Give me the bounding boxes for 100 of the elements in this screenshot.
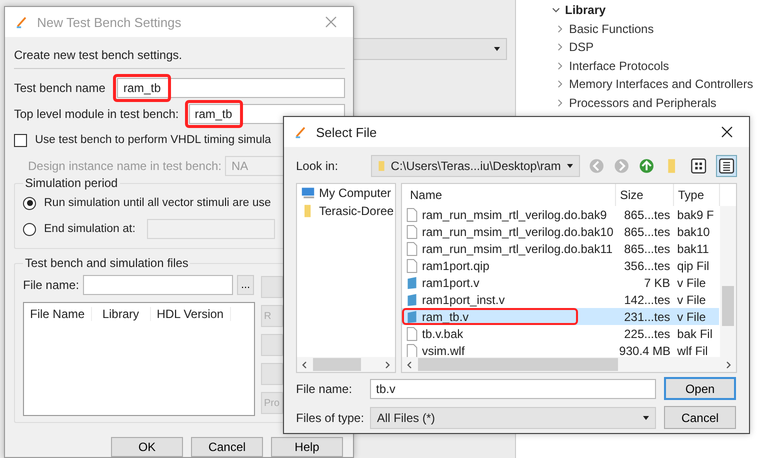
file-size: 865...tes	[623, 242, 672, 256]
checkbox[interactable]	[14, 134, 27, 146]
file-row[interactable]: vsim.wlf 930.4 MB wlf Fil	[402, 342, 719, 359]
dialog-button[interactable]: Cancel	[191, 437, 263, 457]
input-field[interactable]: ram_tb	[117, 78, 345, 98]
document-icon	[406, 208, 418, 222]
field-label: Design instance name in test bench:	[28, 159, 222, 173]
close-icon[interactable]	[721, 126, 733, 138]
column-header[interactable]: Type	[674, 184, 720, 206]
chevron-icon[interactable]	[556, 43, 564, 52]
column-header[interactable]: Size	[616, 184, 674, 206]
group-title: Simulation period	[23, 176, 120, 190]
document-icon	[406, 224, 418, 238]
document-icon	[406, 242, 418, 256]
file-type: qip Fil	[676, 258, 710, 272]
file-name: ram_run_msim_rtl_verilog.do.bak9	[422, 208, 607, 222]
pencil-icon	[294, 125, 308, 139]
file-icon	[406, 276, 418, 290]
intro-text: Create new test bench settings.	[14, 48, 184, 62]
column-header[interactable]: Library	[92, 307, 151, 321]
file-row[interactable]: ram1port.qip 356...tes qip Fil	[402, 257, 719, 274]
field-label: File name:	[296, 382, 354, 396]
file-name: ram_run_msim_rtl_verilog.do.bak10	[422, 224, 614, 238]
file-type: bak11	[676, 242, 710, 256]
place-item[interactable]: Terasic-Doree	[319, 204, 394, 218]
file-row[interactable]: ram1port.v 7 KB v File	[402, 274, 719, 291]
file-type: wlf Fil	[676, 344, 709, 358]
file-size: 231...tes	[623, 310, 672, 324]
file-type: bak10	[676, 224, 711, 238]
dialog-button[interactable]: Help	[271, 437, 343, 457]
file-row[interactable]: ram_run_msim_rtl_verilog.do.bak10 865...tes bak10	[402, 223, 719, 240]
up-icon[interactable]	[638, 157, 656, 175]
document-icon	[406, 258, 418, 272]
radio-button[interactable]	[23, 196, 36, 210]
chevron-icon[interactable]	[556, 98, 564, 107]
scrollbar[interactable]	[720, 206, 736, 359]
file-size: 865...tes	[623, 224, 672, 238]
file-type: bak9 F	[676, 208, 715, 222]
chevron-icon[interactable]	[552, 6, 560, 14]
input-field[interactable]: tb.v	[370, 378, 656, 398]
file-name: ram1port_inst.v	[422, 292, 505, 306]
file-icon	[406, 310, 418, 324]
browse-button[interactable]: ...	[237, 275, 254, 295]
folder-icon	[378, 159, 385, 173]
scrollbar[interactable]	[297, 357, 395, 372]
tree-item[interactable]: Processors and Peripherals	[569, 96, 716, 110]
tree-item[interactable]: Library	[565, 3, 606, 18]
forward-icon[interactable]	[613, 157, 630, 175]
tree-item[interactable]: DSP	[569, 40, 594, 54]
radio-label: Run simulation until all vector stimuli are use	[44, 197, 271, 209]
radio-button[interactable]	[23, 222, 36, 236]
file-size: 356...tes	[623, 258, 672, 272]
radio-label: End simulation at:	[44, 223, 136, 235]
field-label: Test bench name	[14, 81, 106, 95]
file-name: tb.v.bak	[422, 326, 464, 340]
chevron-icon[interactable]	[556, 24, 564, 33]
pencil-icon	[15, 15, 29, 29]
file-name: vsim.wlf	[422, 344, 465, 358]
field-label: Top level module in test bench:	[14, 107, 179, 121]
input-field[interactable]	[147, 219, 276, 239]
dialog-button[interactable]: OK	[111, 437, 183, 457]
file-name: ram_tb.v	[422, 310, 469, 324]
file-row[interactable]: tb.v.bak 225...tes bak Fil	[402, 325, 719, 342]
chevron-icon[interactable]	[556, 62, 564, 70]
place-item[interactable]: My Computer	[319, 186, 392, 200]
tree-item[interactable]: Basic Functions	[569, 22, 654, 36]
scrollbar[interactable]	[402, 357, 736, 372]
back-icon[interactable]	[588, 157, 606, 175]
list-view-icon[interactable]	[716, 155, 737, 177]
caret-icon	[494, 47, 500, 51]
chevron-icon[interactable]	[556, 80, 564, 88]
file-name: ram1port.qip	[422, 258, 490, 272]
document-icon	[406, 344, 418, 358]
open-button[interactable]: Open	[664, 377, 736, 400]
path-dropdown[interactable]: C:\Users\Teras...iu\Desktop\ram	[370, 155, 580, 177]
grid-view-icon[interactable]	[688, 156, 708, 176]
file-size: 865...tes	[623, 208, 672, 222]
file-name: ram_run_msim_rtl_verilog.do.bak11	[422, 242, 613, 256]
cancel-button[interactable]: Cancel	[664, 406, 736, 429]
input-field[interactable]	[83, 275, 234, 295]
document-icon	[406, 326, 418, 340]
file-row[interactable]: ram_run_msim_rtl_verilog.do.bak11 865...tes bak11	[402, 240, 719, 257]
column-header[interactable]: File Name	[24, 307, 92, 321]
file-type: v File	[676, 276, 707, 290]
file-type: v File	[676, 310, 707, 324]
column-header[interactable]: Name	[402, 184, 616, 206]
computer-icon	[301, 186, 315, 200]
file-type-dropdown[interactable]: All Files (*)	[370, 406, 656, 428]
window-title: New Test Bench Settings	[37, 14, 182, 30]
file-row[interactable]: ram_run_msim_rtl_verilog.do.bak9 865...tes bak9 F	[402, 206, 719, 223]
tree-item[interactable]: Memory Interfaces and Controllers	[569, 77, 754, 92]
tree-item[interactable]: Interface Protocols	[569, 58, 670, 73]
file-size: 930.4 MB	[618, 344, 672, 358]
window-title: Select File	[316, 124, 378, 140]
column-header[interactable]: HDL Version	[150, 307, 231, 321]
file-row[interactable]: ram_tb.v 231...tes v File	[402, 308, 719, 325]
group-title: Test bench and simulation files	[23, 256, 190, 270]
file-type: bak Fil	[676, 326, 714, 340]
field-label: File name:	[23, 278, 80, 292]
file-row[interactable]: ram1port_inst.v 142...tes v File	[402, 291, 719, 308]
